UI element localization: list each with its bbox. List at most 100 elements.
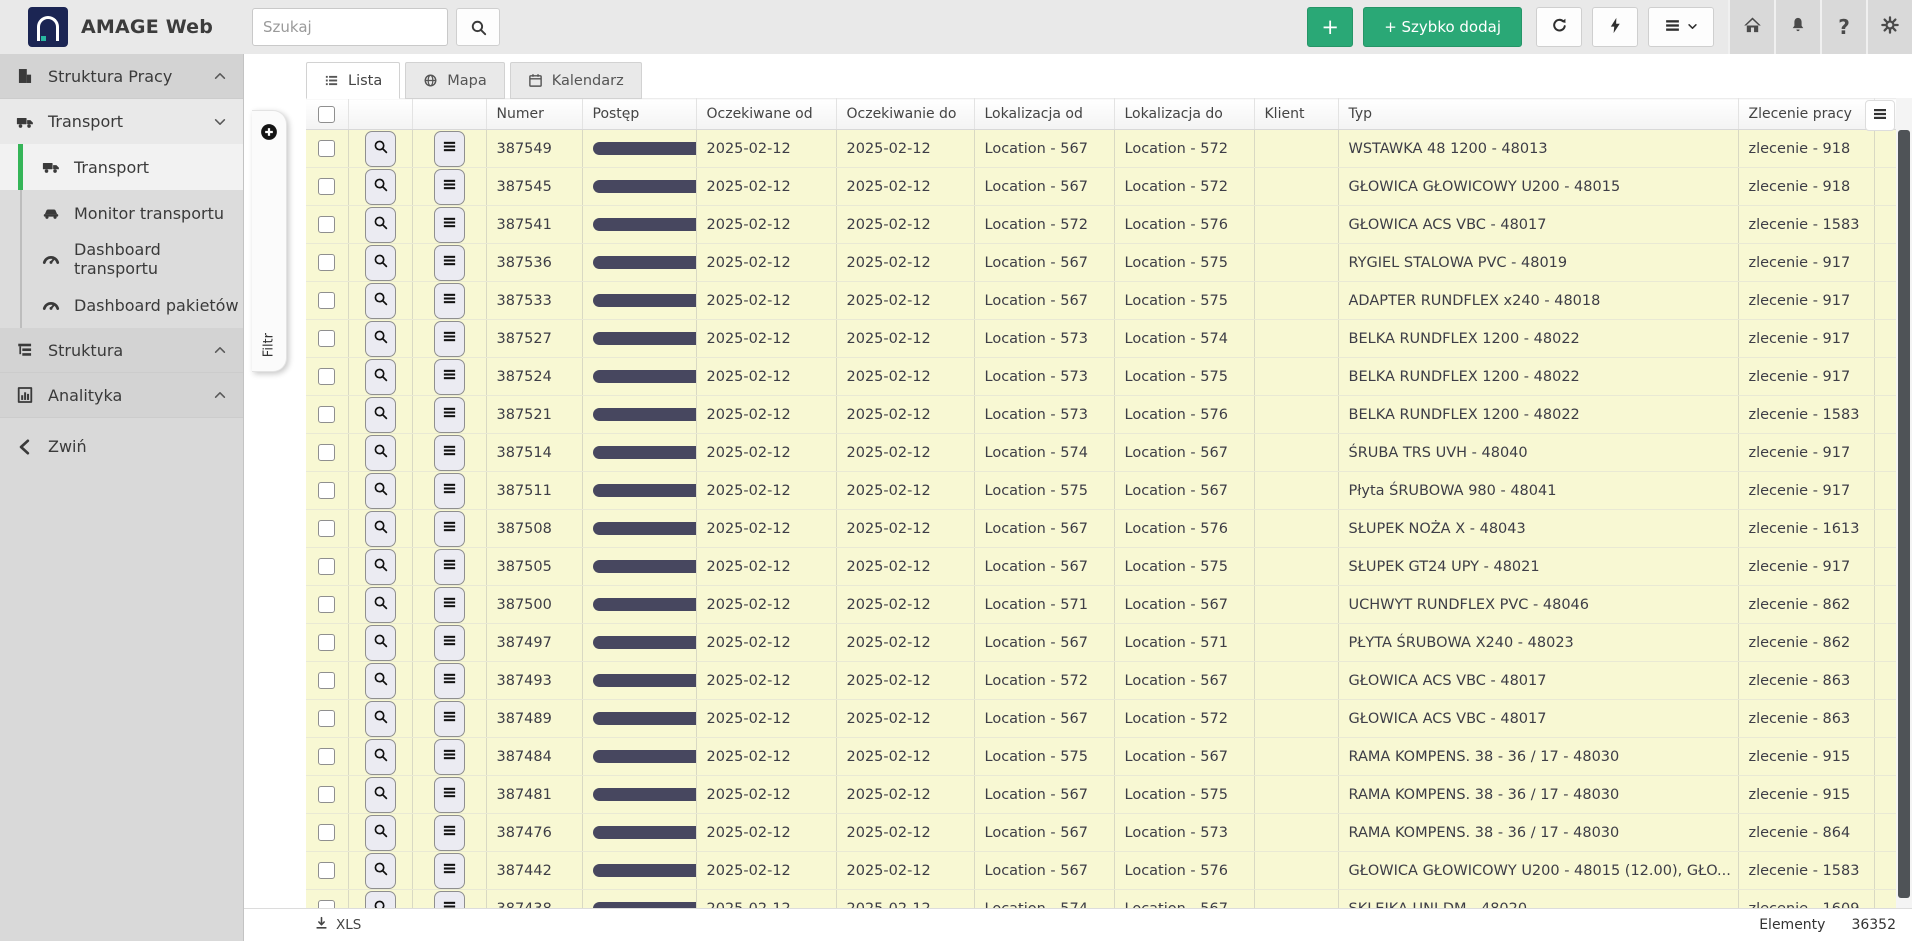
row-details-button[interactable] bbox=[365, 283, 396, 319]
table-row[interactable]: 387549 2025-02-12 2025-02-12 Location - … bbox=[306, 130, 1896, 168]
add-button[interactable]: + bbox=[1307, 7, 1353, 47]
table-row[interactable]: 387524 2025-02-12 2025-02-12 Location - … bbox=[306, 358, 1896, 396]
table-row[interactable]: 387508 2025-02-12 2025-02-12 Location - … bbox=[306, 510, 1896, 548]
tab-kalendarz[interactable]: Kalendarz bbox=[510, 62, 642, 99]
col-klient[interactable]: Klient bbox=[1254, 99, 1338, 130]
table-row[interactable]: 387514 2025-02-12 2025-02-12 Location - … bbox=[306, 434, 1896, 472]
plus-circle-icon[interactable] bbox=[260, 123, 278, 141]
row-menu-button[interactable] bbox=[434, 853, 465, 889]
row-menu-button[interactable] bbox=[434, 891, 465, 909]
select-all-checkbox[interactable] bbox=[318, 106, 335, 123]
col-lokalizacja-do[interactable]: Lokalizacja do bbox=[1114, 99, 1254, 130]
vertical-scrollbar[interactable] bbox=[1896, 98, 1912, 908]
table-row[interactable]: 387533 2025-02-12 2025-02-12 Location - … bbox=[306, 282, 1896, 320]
row-menu-button[interactable] bbox=[434, 207, 465, 243]
table-row[interactable]: 387511 2025-02-12 2025-02-12 Location - … bbox=[306, 472, 1896, 510]
tab-lista[interactable]: Lista bbox=[306, 62, 400, 99]
row-checkbox[interactable] bbox=[318, 482, 335, 499]
row-menu-button[interactable] bbox=[434, 739, 465, 775]
row-checkbox[interactable] bbox=[318, 520, 335, 537]
row-menu-button[interactable] bbox=[434, 359, 465, 395]
scrollbar-thumb[interactable] bbox=[1898, 130, 1910, 898]
refresh-button[interactable] bbox=[1536, 7, 1582, 47]
sidebar-item-analityka[interactable]: Analityka bbox=[0, 373, 243, 418]
row-details-button[interactable] bbox=[365, 359, 396, 395]
row-menu-button[interactable] bbox=[434, 777, 465, 813]
col-oczekiwanie-do[interactable]: Oczekiwanie do bbox=[836, 99, 974, 130]
row-checkbox[interactable] bbox=[318, 862, 335, 879]
row-details-button[interactable] bbox=[365, 587, 396, 623]
col-typ[interactable]: Typ bbox=[1338, 99, 1738, 130]
row-details-button[interactable] bbox=[365, 435, 396, 471]
row-details-button[interactable] bbox=[365, 511, 396, 547]
sidebar-item-zwiń[interactable]: Zwiń bbox=[0, 424, 243, 469]
row-details-button[interactable] bbox=[365, 853, 396, 889]
menu-button[interactable] bbox=[1648, 7, 1714, 47]
row-checkbox[interactable] bbox=[318, 216, 335, 233]
row-details-button[interactable] bbox=[365, 777, 396, 813]
row-details-button[interactable] bbox=[365, 549, 396, 585]
row-menu-button[interactable] bbox=[434, 131, 465, 167]
table-row[interactable]: 387484 2025-02-12 2025-02-12 Location - … bbox=[306, 738, 1896, 776]
table-row[interactable]: 387497 2025-02-12 2025-02-12 Location - … bbox=[306, 624, 1896, 662]
table-row[interactable]: 387493 2025-02-12 2025-02-12 Location - … bbox=[306, 662, 1896, 700]
row-checkbox[interactable] bbox=[318, 254, 335, 271]
sidebar-item-monitor-transportu[interactable]: Monitor transportu bbox=[0, 190, 243, 236]
row-menu-button[interactable] bbox=[434, 435, 465, 471]
table-row[interactable]: 387536 2025-02-12 2025-02-12 Location - … bbox=[306, 244, 1896, 282]
row-menu-button[interactable] bbox=[434, 587, 465, 623]
table-row[interactable]: 387545 2025-02-12 2025-02-12 Location - … bbox=[306, 168, 1896, 206]
row-checkbox[interactable] bbox=[318, 634, 335, 651]
row-menu-button[interactable] bbox=[434, 815, 465, 851]
row-menu-button[interactable] bbox=[434, 169, 465, 205]
row-checkbox[interactable] bbox=[318, 558, 335, 575]
table-row[interactable]: 387476 2025-02-12 2025-02-12 Location - … bbox=[306, 814, 1896, 852]
row-checkbox[interactable] bbox=[318, 900, 335, 908]
table-row[interactable]: 387527 2025-02-12 2025-02-12 Location - … bbox=[306, 320, 1896, 358]
row-menu-button[interactable] bbox=[434, 321, 465, 357]
row-details-button[interactable] bbox=[365, 207, 396, 243]
col-numer[interactable]: Numer bbox=[486, 99, 582, 130]
row-details-button[interactable] bbox=[365, 739, 396, 775]
row-details-button[interactable] bbox=[365, 321, 396, 357]
col-oczekiwane-od[interactable]: Oczekiwane od bbox=[696, 99, 836, 130]
row-menu-button[interactable] bbox=[434, 625, 465, 661]
table-row[interactable]: 387481 2025-02-12 2025-02-12 Location - … bbox=[306, 776, 1896, 814]
row-details-button[interactable] bbox=[365, 701, 396, 737]
row-checkbox[interactable] bbox=[318, 178, 335, 195]
row-details-button[interactable] bbox=[365, 131, 396, 167]
row-checkbox[interactable] bbox=[318, 596, 335, 613]
table-row[interactable]: 387505 2025-02-12 2025-02-12 Location - … bbox=[306, 548, 1896, 586]
table-row[interactable]: 387442 2025-02-12 2025-02-12 Location - … bbox=[306, 852, 1896, 890]
row-details-button[interactable] bbox=[365, 169, 396, 205]
row-details-button[interactable] bbox=[365, 625, 396, 661]
tab-mapa[interactable]: Mapa bbox=[405, 62, 505, 99]
row-details-button[interactable] bbox=[365, 397, 396, 433]
row-details-button[interactable] bbox=[365, 891, 396, 909]
row-menu-button[interactable] bbox=[434, 245, 465, 281]
row-checkbox[interactable] bbox=[318, 672, 335, 689]
row-checkbox[interactable] bbox=[318, 406, 335, 423]
row-menu-button[interactable] bbox=[434, 397, 465, 433]
row-menu-button[interactable] bbox=[434, 663, 465, 699]
search-button[interactable] bbox=[456, 8, 500, 46]
row-checkbox[interactable] bbox=[318, 140, 335, 157]
col-lokalizacja-od[interactable]: Lokalizacja od bbox=[974, 99, 1114, 130]
search-input[interactable] bbox=[252, 8, 448, 46]
table-row[interactable]: 387541 2025-02-12 2025-02-12 Location - … bbox=[306, 206, 1896, 244]
table-row[interactable]: 387489 2025-02-12 2025-02-12 Location - … bbox=[306, 700, 1896, 738]
row-checkbox[interactable] bbox=[318, 292, 335, 309]
row-menu-button[interactable] bbox=[434, 701, 465, 737]
filter-panel-tab[interactable]: Filtr bbox=[252, 110, 287, 372]
row-details-button[interactable] bbox=[365, 245, 396, 281]
row-details-button[interactable] bbox=[365, 473, 396, 509]
quick-add-button[interactable]: + Szybko dodaj bbox=[1363, 7, 1522, 47]
sidebar-item-struktura[interactable]: Struktura bbox=[0, 328, 243, 373]
row-checkbox[interactable] bbox=[318, 786, 335, 803]
sidebar-item-dashboard-pakietów[interactable]: Dashboard pakietów bbox=[0, 282, 243, 328]
table-row[interactable]: 387500 2025-02-12 2025-02-12 Location - … bbox=[306, 586, 1896, 624]
row-checkbox[interactable] bbox=[318, 824, 335, 841]
table-row[interactable]: 387521 2025-02-12 2025-02-12 Location - … bbox=[306, 396, 1896, 434]
row-menu-button[interactable] bbox=[434, 511, 465, 547]
quick-actions-button[interactable] bbox=[1592, 7, 1638, 47]
